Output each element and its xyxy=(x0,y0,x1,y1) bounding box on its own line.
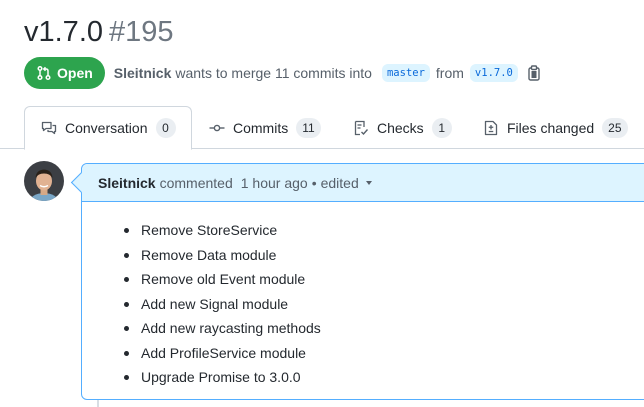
tab-conversation[interactable]: Conversation 0 xyxy=(24,106,192,150)
tab-files-changed[interactable]: Files changed 25 xyxy=(483,106,628,149)
chevron-down-icon[interactable] xyxy=(365,180,372,185)
list-item: Add new raycasting methods xyxy=(98,316,644,341)
comment-author-link[interactable]: Sleitnick xyxy=(98,175,156,191)
list-item: Remove Data module xyxy=(98,243,644,268)
avatar[interactable] xyxy=(24,161,64,201)
base-branch-link[interactable]: master xyxy=(381,64,430,82)
copy-icon[interactable] xyxy=(527,65,541,81)
pr-number: #195 xyxy=(109,16,174,48)
tab-checks-count: 1 xyxy=(431,117,452,138)
change-list: Remove StoreService Remove Data module R… xyxy=(98,218,644,390)
pr-title-text: v1.7.0 xyxy=(24,16,103,48)
tab-conversation-count: 0 xyxy=(155,118,176,138)
list-item: Upgrade Promise to 3.0.0 xyxy=(98,365,644,390)
pr-title: v1.7.0 #195 xyxy=(24,12,174,52)
pr-tabs: Conversation 0 Commits 11 Checks 1 Files… xyxy=(0,106,644,150)
comment-box: Sleitnick commented 1 hour ago • edited … xyxy=(81,163,644,400)
list-item: Add new Signal module xyxy=(98,292,644,317)
comment-discussion-icon xyxy=(41,121,57,135)
tab-checks[interactable]: Checks 1 xyxy=(353,106,452,149)
tab-conversation-label: Conversation xyxy=(65,120,148,136)
file-diff-icon xyxy=(484,120,498,135)
comment-body: Remove StoreService Remove Data module R… xyxy=(82,202,644,390)
open-state-badge: Open xyxy=(24,57,105,89)
comment-timestamp[interactable]: 1 hour ago xyxy=(241,175,308,191)
pr-author-link[interactable]: Sleitnick xyxy=(114,65,172,81)
from-text: from xyxy=(435,65,464,81)
comment-action: commented xyxy=(159,174,233,191)
tab-checks-label: Checks xyxy=(377,119,424,136)
list-item: Remove StoreService xyxy=(98,218,644,243)
edited-label[interactable]: edited xyxy=(321,175,359,191)
head-branch-link[interactable]: v1.7.0 xyxy=(469,64,518,82)
checklist-icon xyxy=(354,120,369,135)
tab-files-changed-count: 25 xyxy=(602,117,628,138)
tab-files-changed-label: Files changed xyxy=(507,119,595,136)
git-pull-request-icon xyxy=(37,65,51,81)
tab-commits-count: 11 xyxy=(296,117,321,138)
pr-meta: Open Sleitnick wants to merge 11 commits… xyxy=(24,57,541,89)
list-item: Add ProfileService module xyxy=(98,341,644,366)
list-item: Remove old Event module xyxy=(98,267,644,292)
tab-commits[interactable]: Commits 11 xyxy=(209,106,321,149)
tab-commits-label: Commits xyxy=(233,119,289,136)
state-label: Open xyxy=(57,65,93,81)
comment-header: Sleitnick commented 1 hour ago • edited xyxy=(82,164,644,202)
git-commit-icon xyxy=(209,124,225,131)
merge-text: wants to merge 11 commits into xyxy=(175,65,372,81)
merge-description: Sleitnick wants to merge 11 commits into… xyxy=(114,64,541,82)
